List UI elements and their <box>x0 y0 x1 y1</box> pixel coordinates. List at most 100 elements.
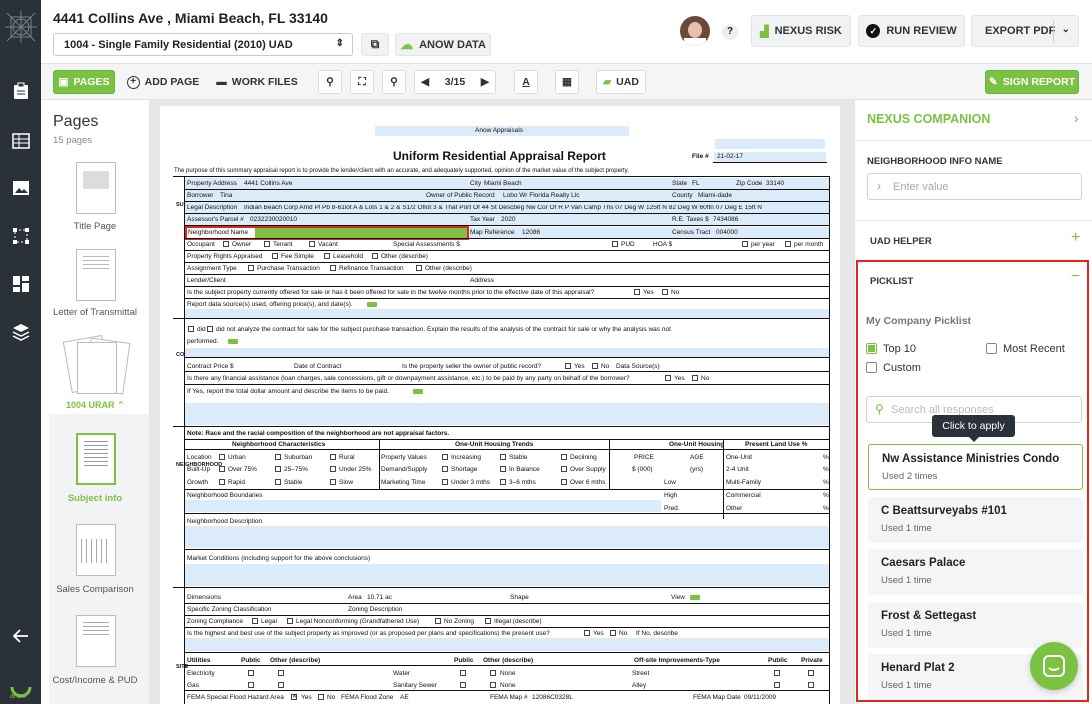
uad-tag-icon[interactable] <box>228 339 238 344</box>
neighborhood-name-field[interactable] <box>255 228 467 238</box>
leasehold-checkbox[interactable] <box>324 253 330 259</box>
fema-no-checkbox[interactable] <box>318 694 324 700</box>
growth-stable-checkbox[interactable] <box>275 479 281 485</box>
seller-no-checkbox[interactable] <box>592 363 598 369</box>
owner-field[interactable]: Lobo Wr Florida Realty Llc <box>503 192 579 200</box>
uad-button[interactable]: ▰ UAD <box>596 70 646 94</box>
alley-public-checkbox[interactable] <box>774 682 780 688</box>
plus-icon[interactable]: + <box>1071 229 1080 247</box>
top10-checkbox[interactable] <box>866 343 877 354</box>
neighborhood-value-input[interactable]: › Enter value <box>867 173 1082 200</box>
picklist-item[interactable]: Nw Assistance Ministries Condo Used 2 tim… <box>868 444 1083 490</box>
run-review-button[interactable]: ✓ RUN REVIEW <box>858 15 965 47</box>
uad-tag-icon[interactable] <box>413 389 423 394</box>
stable-checkbox[interactable] <box>500 454 506 460</box>
thumb-sales-comparison[interactable] <box>76 524 116 576</box>
under3-checkbox[interactable] <box>442 479 448 485</box>
electric-other-checkbox[interactable] <box>278 670 284 676</box>
zoom-out-button[interactable]: ⚲ <box>318 70 342 94</box>
sign-report-button[interactable]: ✎ SIGN REPORT <box>985 70 1079 94</box>
prev-page-icon[interactable]: ◀ <box>421 76 429 88</box>
chevron-right-icon[interactable]: › <box>1074 110 1079 126</box>
report-icon[interactable] <box>0 74 41 108</box>
did-checkbox[interactable] <box>188 326 194 332</box>
dashboard-icon[interactable] <box>0 267 41 301</box>
next-page-icon[interactable]: ▶ <box>481 76 489 88</box>
legal-nonconf-checkbox[interactable] <box>287 618 293 624</box>
street-public-checkbox[interactable] <box>774 670 780 676</box>
rights-other-checkbox[interactable] <box>372 253 378 259</box>
gas-other-checkbox[interactable] <box>278 682 284 688</box>
city-field[interactable]: Miami Beach <box>484 180 522 188</box>
taxyear-field[interactable]: 2020 <box>501 216 515 224</box>
calculator-button[interactable]: ▦ <box>555 70 579 94</box>
over6-checkbox[interactable] <box>561 479 567 485</box>
chat-button[interactable] <box>1030 642 1078 690</box>
thumb-1004[interactable] <box>77 342 117 394</box>
zip-field[interactable]: 33140 <box>766 180 784 188</box>
vacant-checkbox[interactable] <box>309 241 315 247</box>
gas-public-checkbox[interactable] <box>248 682 254 688</box>
increasing-checkbox[interactable] <box>442 454 448 460</box>
thumb-letter[interactable] <box>76 249 116 301</box>
tenant-checkbox[interactable] <box>264 241 270 247</box>
text-format-button[interactable]: A <box>514 70 538 94</box>
export-pdf-button[interactable]: EXPORT PDF ⌄ <box>971 15 1079 47</box>
highest-no-checkbox[interactable] <box>610 630 616 636</box>
state-field[interactable]: FL <box>692 180 700 188</box>
group-1004-urar[interactable]: 1004 URAR ⌃ <box>66 400 125 411</box>
electric-public-checkbox[interactable] <box>248 670 254 676</box>
uad-tag-icon[interactable] <box>367 302 377 307</box>
did-not-checkbox[interactable] <box>207 326 213 332</box>
assist-no-checkbox[interactable] <box>692 375 698 381</box>
retax-field[interactable]: 7434086 <box>713 216 738 224</box>
nexus-risk-button[interactable]: ▟ NEXUS RISK <box>751 15 851 47</box>
no-zoning-checkbox[interactable] <box>435 618 441 624</box>
fee-simple-checkbox[interactable] <box>272 253 278 259</box>
assign-other-checkbox[interactable] <box>416 265 422 271</box>
thumb-cost-income[interactable] <box>76 615 116 667</box>
sewer-public-checkbox[interactable] <box>460 682 466 688</box>
thumb-title-page[interactable] <box>76 162 116 214</box>
rapid-checkbox[interactable] <box>219 479 225 485</box>
illegal-checkbox[interactable] <box>485 618 491 624</box>
work-files-button[interactable]: ▬ WORK FILES <box>213 70 301 94</box>
compare-button[interactable]: ⧉ <box>361 33 389 56</box>
over-supply-checkbox[interactable] <box>561 466 567 472</box>
borrower-field[interactable]: Tina <box>220 192 232 200</box>
offered-yes-checkbox[interactable] <box>634 289 640 295</box>
thumb-subject-info[interactable] <box>76 433 116 485</box>
urban-checkbox[interactable] <box>219 454 225 460</box>
address-field[interactable]: 4441 Collins Ave <box>244 180 292 188</box>
suburban-checkbox[interactable] <box>275 454 281 460</box>
area-field[interactable]: 10.71 ac <box>367 594 392 602</box>
picklist-item[interactable]: C Beattsurveyabs #101 Used 1 time <box>868 497 1083 543</box>
over75-checkbox[interactable] <box>219 466 225 472</box>
uad-tag-icon[interactable] <box>690 595 700 600</box>
slow-checkbox[interactable] <box>330 479 336 485</box>
parcel-field[interactable]: 0232230020010 <box>250 216 297 224</box>
owner-checkbox[interactable] <box>223 241 229 247</box>
layers-icon[interactable] <box>0 315 41 349</box>
mapref-field[interactable]: 12086 <box>522 229 540 237</box>
fema-date-field[interactable]: 09/11/2009 <box>744 694 776 702</box>
alley-private-checkbox[interactable] <box>808 682 814 688</box>
water-none-checkbox[interactable] <box>490 670 496 676</box>
fema-map-field[interactable]: 12086C0328L <box>532 694 573 702</box>
file-number[interactable]: 21-02-17 <box>717 153 743 161</box>
recent-checkbox[interactable] <box>986 343 997 354</box>
street-private-checkbox[interactable] <box>808 670 814 676</box>
pud-checkbox[interactable] <box>612 241 618 247</box>
balance-checkbox[interactable] <box>500 466 506 472</box>
app-logo-icon[interactable] <box>0 5 41 49</box>
offered-no-checkbox[interactable] <box>662 289 668 295</box>
25-75-checkbox[interactable] <box>275 466 281 472</box>
per-month-checkbox[interactable] <box>785 241 791 247</box>
add-page-button[interactable]: + ADD PAGE <box>123 70 203 94</box>
shortage-checkbox[interactable] <box>442 466 448 472</box>
fema-yes-checkbox[interactable]: ✕ <box>291 694 297 700</box>
photos-icon[interactable] <box>0 171 41 205</box>
county-field[interactable]: Miami-dade <box>698 192 732 200</box>
sketch-icon[interactable] <box>0 219 41 253</box>
census-field[interactable]: 004000 <box>716 229 738 237</box>
